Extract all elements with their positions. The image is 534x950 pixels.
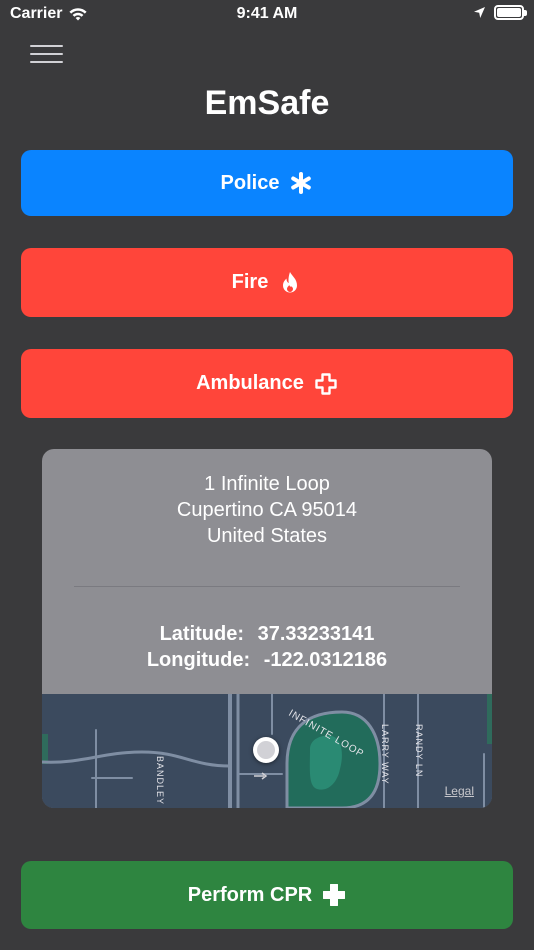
longitude-value: -122.0312186 [263, 649, 388, 671]
address-line-1: 1 Infinite Loop [204, 473, 330, 495]
medical-cross-outline-icon [314, 372, 338, 396]
card-divider [74, 586, 460, 587]
status-time: 9:41 AM [236, 5, 298, 22]
status-right [473, 5, 527, 20]
flame-icon [278, 271, 302, 295]
medical-cross-icon [322, 883, 346, 907]
current-location-pin[interactable] [253, 737, 279, 763]
current-location-pin-center [257, 741, 275, 759]
fire-button-label: Fire [231, 271, 269, 293]
status-bar: Carrier 9:41 AM [0, 0, 534, 30]
asterisk-icon [289, 171, 313, 195]
longitude-row: Longitude: -122.0312186 [42, 647, 492, 673]
map-view[interactable]: INFINITE LOOP LARRY WAY RANDY LN BANDLEY… [42, 692, 492, 808]
battery-icon [494, 5, 527, 20]
perform-cpr-button[interactable]: Perform CPR [21, 861, 513, 929]
street-label-larry-way: LARRY WAY [380, 724, 390, 785]
location-card: 1 Infinite Loop Cupertino CA 95014 Unite… [42, 449, 492, 808]
map-legal-link[interactable]: Legal [445, 784, 474, 798]
hamburger-menu-icon[interactable] [30, 45, 63, 65]
fire-button[interactable]: Fire [21, 248, 513, 317]
battery-fill [497, 8, 521, 17]
menu-line-top [30, 45, 63, 47]
address-line-3: United States [206, 525, 328, 547]
ambulance-button-label: Ambulance [196, 372, 304, 394]
coordinates-block: Latitude: 37.33233141 Longitude: -122.03… [42, 621, 492, 673]
street-label-randy-ln: RANDY LN [414, 724, 424, 778]
perform-cpr-button-label: Perform CPR [187, 883, 313, 906]
address-line-2: Cupertino CA 95014 [176, 499, 358, 521]
menu-line-bottom [30, 61, 63, 63]
app-title: EmSafe [204, 84, 330, 122]
latitude-label: Latitude: [159, 623, 245, 645]
longitude-label: Longitude: [146, 649, 251, 671]
latitude-row: Latitude: 37.33233141 [42, 621, 492, 647]
address-block: 1 Infinite Loop Cupertino CA 95014 Unite… [42, 471, 492, 549]
police-button[interactable]: Police [21, 150, 513, 216]
latitude-value: 37.33233141 [257, 623, 375, 645]
ambulance-button[interactable]: Ambulance [21, 349, 513, 418]
street-label-bandley: BANDLEY [155, 756, 165, 806]
menu-line-middle [30, 53, 63, 55]
location-arrow-icon [474, 7, 485, 18]
police-button-label: Police [220, 171, 280, 194]
